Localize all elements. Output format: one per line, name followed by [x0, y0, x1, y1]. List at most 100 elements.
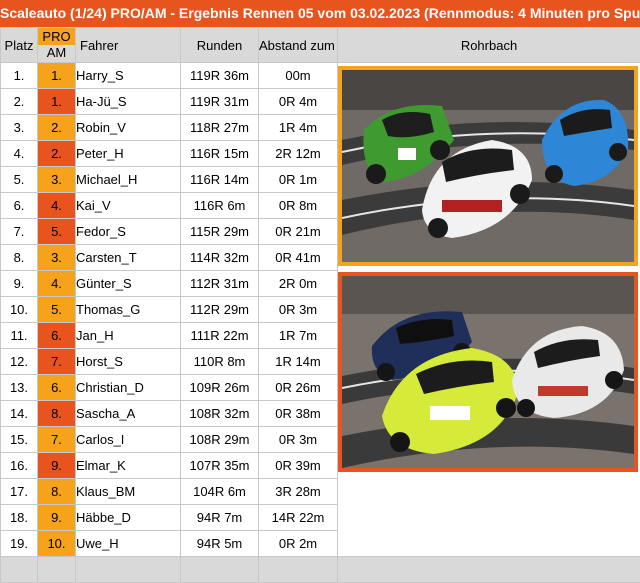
- laps-cell: 119R 36m: [180, 62, 259, 89]
- gap-cell: 00m: [258, 62, 338, 89]
- header-platz: Platz: [0, 27, 38, 63]
- gap-cell: 0R 3m: [258, 296, 338, 323]
- gap-cell: 0R 26m: [258, 374, 338, 401]
- platz-cell: 18.: [0, 504, 38, 531]
- header-pro-am: PRO AM: [37, 27, 76, 63]
- platz-cell: 9.: [0, 270, 38, 297]
- gap-cell: 0R 3m: [258, 426, 338, 453]
- pro-podium-photo: [338, 66, 638, 266]
- footer-cell: [0, 556, 38, 583]
- driver-name-cell: Ha-Jü_S: [75, 88, 181, 115]
- class-rank-cell: 1.: [37, 62, 76, 89]
- driver-name-cell: Günter_S: [75, 270, 181, 297]
- laps-cell: 119R 31m: [180, 88, 259, 115]
- platz-cell: 13.: [0, 374, 38, 401]
- gap-cell: 0R 1m: [258, 166, 338, 193]
- gap-cell: 0R 41m: [258, 244, 338, 271]
- gap-cell: 1R 7m: [258, 322, 338, 349]
- driver-name-cell: Robin_V: [75, 114, 181, 141]
- platz-cell: 4.: [0, 140, 38, 167]
- driver-name-cell: Carlos_I: [75, 426, 181, 453]
- platz-cell: 16.: [0, 452, 38, 479]
- driver-name-cell: Klaus_BM: [75, 478, 181, 505]
- laps-cell: 104R 6m: [180, 478, 259, 505]
- driver-name-cell: Horst_S: [75, 348, 181, 375]
- gap-cell: 0R 4m: [258, 88, 338, 115]
- driver-name-cell: Carsten_T: [75, 244, 181, 271]
- header-rohrbach: Rohrbach: [337, 27, 640, 63]
- class-rank-cell: 2.: [37, 114, 76, 141]
- class-rank-cell: 6.: [37, 322, 76, 349]
- driver-name-cell: Häbbe_D: [75, 504, 181, 531]
- gap-cell: 1R 14m: [258, 348, 338, 375]
- header-runden: Runden: [180, 27, 259, 63]
- laps-cell: 116R 15m: [180, 140, 259, 167]
- laps-cell: 94R 7m: [180, 504, 259, 531]
- driver-name-cell: Harry_S: [75, 62, 181, 89]
- driver-name-cell: Elmar_K: [75, 452, 181, 479]
- platz-cell: 6.: [0, 192, 38, 219]
- platz-cell: 2.: [0, 88, 38, 115]
- laps-cell: 108R 32m: [180, 400, 259, 427]
- driver-name-cell: Uwe_H: [75, 530, 181, 557]
- laps-cell: 112R 29m: [180, 296, 259, 323]
- laps-cell: 111R 22m: [180, 322, 259, 349]
- header-am: AM: [46, 45, 67, 60]
- platz-cell: 19.: [0, 530, 38, 557]
- laps-cell: 109R 26m: [180, 374, 259, 401]
- class-rank-cell: 2.: [37, 140, 76, 167]
- class-rank-cell: 6.: [37, 374, 76, 401]
- class-rank-cell: 7.: [37, 426, 76, 453]
- header-pro: PRO: [38, 28, 75, 45]
- laps-cell: 112R 31m: [180, 270, 259, 297]
- class-rank-cell: 3.: [37, 244, 76, 271]
- am-podium-photo: [338, 272, 638, 472]
- laps-cell: 118R 27m: [180, 114, 259, 141]
- gap-cell: 2R 12m: [258, 140, 338, 167]
- class-rank-cell: 9.: [37, 452, 76, 479]
- gap-cell: 0R 21m: [258, 218, 338, 245]
- gap-cell: 3R 28m: [258, 478, 338, 505]
- class-rank-cell: 8.: [37, 400, 76, 427]
- gap-cell: 14R 22m: [258, 504, 338, 531]
- platz-cell: 3.: [0, 114, 38, 141]
- laps-cell: 115R 29m: [180, 218, 259, 245]
- class-rank-cell: 8.: [37, 478, 76, 505]
- laps-cell: 94R 5m: [180, 530, 259, 557]
- footer-row: [0, 556, 640, 583]
- class-rank-cell: 4.: [37, 270, 76, 297]
- class-rank-cell: 4.: [37, 192, 76, 219]
- platz-cell: 8.: [0, 244, 38, 271]
- pro-cars-image: [342, 70, 634, 262]
- footer-cell: [37, 556, 76, 583]
- driver-name-cell: Christian_D: [75, 374, 181, 401]
- class-rank-cell: 10.: [37, 530, 76, 557]
- header-fahrer: Fahrer: [75, 27, 181, 63]
- driver-name-cell: Jan_H: [75, 322, 181, 349]
- platz-cell: 15.: [0, 426, 38, 453]
- gap-cell: 0R 2m: [258, 530, 338, 557]
- gap-cell: 0R 38m: [258, 400, 338, 427]
- platz-cell: 7.: [0, 218, 38, 245]
- header-abstand: Abstand zum Vordermann: [258, 27, 338, 63]
- am-cars-image: [342, 276, 634, 468]
- class-rank-cell: 7.: [37, 348, 76, 375]
- gap-cell: 2R 0m: [258, 270, 338, 297]
- class-rank-cell: 5.: [37, 218, 76, 245]
- driver-name-cell: Peter_H: [75, 140, 181, 167]
- laps-cell: 107R 35m: [180, 452, 259, 479]
- driver-name-cell: Thomas_G: [75, 296, 181, 323]
- laps-cell: 110R 8m: [180, 348, 259, 375]
- platz-cell: 10.: [0, 296, 38, 323]
- page-title: Scaleauto (1/24) PRO/AM - Ergebnis Renne…: [0, 0, 640, 27]
- gap-cell: 1R 4m: [258, 114, 338, 141]
- driver-name-cell: Fedor_S: [75, 218, 181, 245]
- class-rank-cell: 9.: [37, 504, 76, 531]
- footer-cell: [75, 556, 181, 583]
- driver-name-cell: Michael_H: [75, 166, 181, 193]
- class-rank-cell: 1.: [37, 88, 76, 115]
- class-rank-cell: 5.: [37, 296, 76, 323]
- gap-cell: 0R 8m: [258, 192, 338, 219]
- laps-cell: 108R 29m: [180, 426, 259, 453]
- footer-cell: [258, 556, 338, 583]
